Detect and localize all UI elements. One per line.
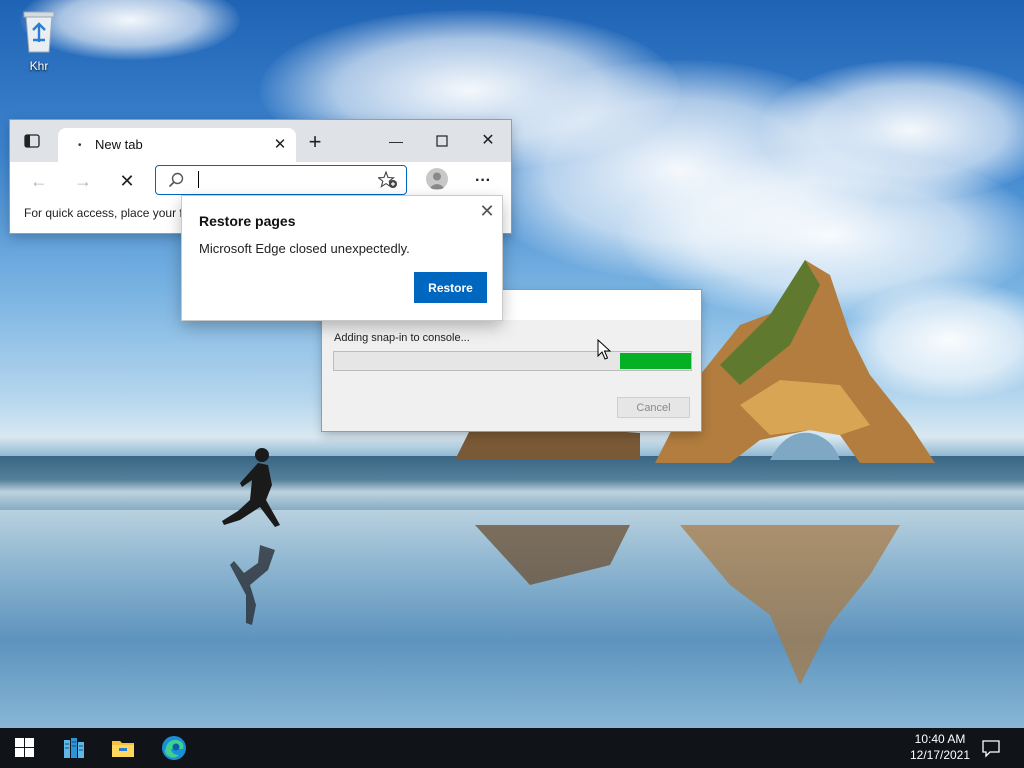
progress-fill: [620, 353, 691, 369]
browser-toolbar: ← → ✕ ···: [10, 162, 511, 198]
new-tab-icon[interactable]: +: [304, 131, 326, 154]
file-explorer-icon: [112, 741, 134, 757]
taskbar: 10:40 AM 12/17/2021: [0, 728, 1024, 768]
recycle-bin-icon: [23, 11, 55, 53]
add-favorite-icon[interactable]: [378, 171, 398, 189]
mouse-cursor-icon: [597, 339, 611, 360]
progress-bar: [333, 351, 692, 371]
taskbar-file-explorer[interactable]: [99, 728, 147, 768]
more-icon[interactable]: ···: [471, 169, 495, 193]
search-icon: [168, 172, 184, 188]
taskbar-edge[interactable]: [149, 728, 197, 768]
forward-icon[interactable]: →: [71, 169, 95, 193]
stop-loading-icon[interactable]: ✕: [115, 169, 139, 193]
restore-pages-popup: Restore pages Microsoft Edge closed unex…: [182, 196, 502, 320]
popup-message: Microsoft Edge closed unexpectedly.: [199, 241, 410, 256]
tab-new-tab[interactable]: • New tab ✕: [58, 128, 296, 162]
back-icon[interactable]: ←: [27, 169, 51, 193]
server-manager-icon: [64, 738, 84, 758]
runner-silhouette: [222, 448, 280, 625]
tab-strip: • New tab ✕ + — ✕: [10, 120, 511, 162]
loading-icon: •: [78, 140, 82, 151]
desktop-icon-label: Khr: [29, 59, 49, 73]
profile-icon[interactable]: [426, 168, 448, 190]
restore-button[interactable]: Restore: [414, 272, 487, 303]
maximize-icon[interactable]: [427, 128, 457, 154]
tab-actions-icon[interactable]: [24, 134, 40, 148]
desktop-icon-recycle-bin[interactable]: Khr: [12, 8, 66, 73]
favorites-bar-hint: For quick access, place your f: [24, 206, 183, 220]
rock-reflection: [475, 525, 900, 685]
notification-icon[interactable]: [980, 737, 1002, 759]
close-icon[interactable]: ✕: [478, 202, 496, 220]
close-window-icon[interactable]: ✕: [473, 128, 503, 154]
close-tab-icon[interactable]: ✕: [270, 135, 290, 155]
system-clock[interactable]: 10:40 AM 12/17/2021: [900, 731, 980, 763]
popup-title: Restore pages: [199, 213, 296, 229]
clock-date: 12/17/2021: [909, 748, 971, 762]
taskbar-server-manager[interactable]: [50, 728, 98, 768]
clock-time: 10:40 AM: [914, 732, 966, 746]
tab-title: New tab: [95, 137, 143, 152]
minimize-icon[interactable]: —: [381, 128, 411, 154]
address-bar[interactable]: [155, 165, 407, 195]
progress-status: Adding snap-in to console...: [334, 332, 470, 344]
edge-icon: [162, 736, 186, 760]
address-input[interactable]: [198, 170, 372, 191]
start-icon: [15, 738, 34, 757]
start-button[interactable]: [0, 728, 48, 768]
cancel-button[interactable]: Cancel: [617, 397, 690, 418]
